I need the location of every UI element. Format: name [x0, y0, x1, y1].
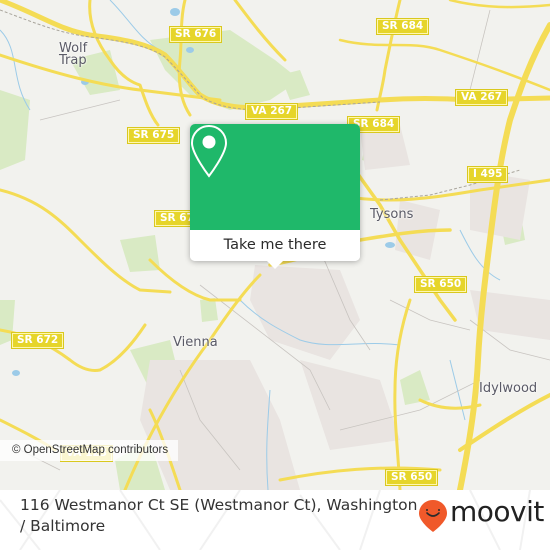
road-shield-i495: I 495 — [466, 166, 509, 183]
moovit-pin-icon — [419, 500, 447, 532]
moovit-wordmark: moovit — [450, 495, 544, 528]
popup-header — [190, 124, 360, 230]
road-shield-sr672: SR 672 — [10, 332, 65, 349]
place-label-idylwood: Idylwood — [479, 381, 538, 396]
road-shield-va267-right: VA 267 — [454, 89, 509, 106]
popup-footer: Take me there — [190, 230, 360, 261]
map-attribution[interactable]: © OpenStreetMap contributors — [0, 440, 179, 461]
location-popup: Take me there — [190, 124, 360, 269]
map-view[interactable]: Wolf Trap Tysons Vienna Idylwood SR 676 … — [0, 0, 550, 490]
place-label-vienna: Vienna — [173, 335, 218, 350]
map-pin-icon — [190, 124, 228, 178]
road-shield-sr676: SR 676 — [168, 26, 223, 43]
road-shield-sr684-top: SR 684 — [375, 18, 430, 35]
road-shield-sr675: SR 675 — [126, 127, 181, 144]
popup-pointer — [266, 260, 284, 269]
road-shield-va267-left: VA 267 — [244, 103, 299, 120]
road-shield-sr650-mid: SR 650 — [413, 276, 468, 293]
place-label-wolf-trap: Wolf Trap — [59, 41, 88, 68]
take-me-there-button[interactable]: Take me there — [190, 230, 360, 261]
road-shield-sr650-bottom: SR 650 — [384, 469, 439, 486]
address-text: 116 Westmanor Ct SE (Westmanor Ct), Wash… — [20, 496, 418, 535]
footer-bar: 116 Westmanor Ct SE (Westmanor Ct), Wash… — [0, 490, 550, 550]
place-label-tysons: Tysons — [370, 207, 414, 222]
moovit-logo[interactable]: moovit — [418, 494, 544, 534]
